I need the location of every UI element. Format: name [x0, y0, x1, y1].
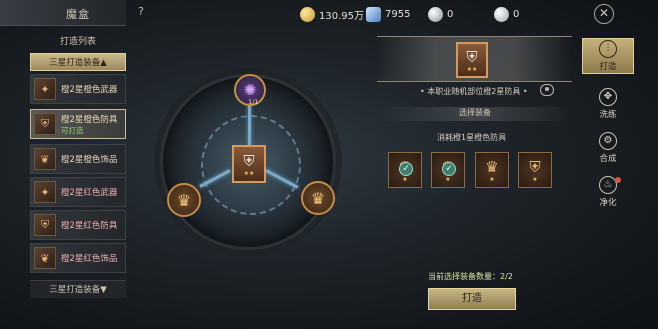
close-icon[interactable]: ✕: [594, 4, 614, 24]
accessory-icon: ❦: [34, 247, 56, 269]
material-slot-3[interactable]: ♛ ★: [475, 152, 509, 188]
chevron-down-icon: ▼: [100, 285, 107, 295]
tier-label: 三星打造装备: [49, 58, 101, 68]
blue-crystal-icon: [366, 6, 381, 22]
silver-orb-icon: [494, 6, 509, 22]
weapon-icon: ✦: [34, 181, 56, 203]
star-rating: ★★: [243, 169, 255, 177]
page-title: 魔盒: [66, 8, 90, 21]
tab-forge[interactable]: ⫶ 打造: [582, 38, 634, 74]
star-rating: ★: [402, 175, 408, 183]
tier-header-active[interactable]: 三星打造装备▲: [30, 53, 126, 71]
item-name: 橙2星红色防具: [61, 221, 118, 231]
eye-icon[interactable]: [540, 84, 554, 96]
armor-icon: ⛨: [34, 113, 56, 135]
silver-gem-icon: [428, 6, 443, 22]
crown-armor-icon: ♛: [176, 190, 192, 210]
consume-label: 消耗橙1星橙色防具: [437, 133, 507, 142]
list-item-red-armor[interactable]: ⛨ 橙2星红色防具: [30, 210, 126, 240]
question-icon[interactable]: ?: [134, 5, 148, 19]
top-bar: 魔盒 ? 130.95万 7955 0 0 ✕: [0, 0, 658, 28]
check-icon: ✓: [442, 162, 456, 176]
crown-armor-icon: ♛: [485, 157, 499, 176]
item-name: 橙2星橙色武器: [61, 85, 118, 95]
select-equipment-header: 选择装备: [378, 107, 572, 121]
center-target-slot[interactable]: ⛨ ★★: [232, 145, 266, 183]
gold-coin-icon: [300, 6, 315, 22]
silver-gem-value: 0: [447, 8, 454, 20]
list-item-red-accessory[interactable]: ❦ 橙2星红色饰品: [30, 243, 126, 273]
chevron-up-icon: ▲: [100, 58, 107, 68]
silver-orb-value: 0: [513, 8, 520, 20]
top-node-count: 1/1: [248, 98, 259, 106]
forge-list-panel: 打造列表 三星打造装备▲ ✦ 橙2星橙色武器 ⛨ 橙2星橙色防具 可打造 ❦ 橙…: [30, 34, 126, 300]
material-node-right[interactable]: ♛: [301, 181, 335, 215]
gold-value: 130.95万: [319, 10, 364, 22]
armor-icon: ⛨: [529, 157, 541, 176]
selected-count: 当前选择装备数量：2/2: [428, 272, 513, 281]
combine-icon: ⚙: [599, 132, 617, 150]
refine-icon: ✥: [599, 88, 617, 106]
resource-gold: 130.95万: [300, 6, 364, 22]
resource-crystal: 7955: [366, 6, 410, 22]
list-item-orange-weapon[interactable]: ✦ 橙2星橙色武器: [30, 74, 126, 104]
item-name: 橙2星橙色饰品: [61, 155, 118, 165]
connector-top: [248, 104, 251, 146]
tab-combine[interactable]: ⚙ 合成: [582, 130, 634, 166]
material-node-left[interactable]: ♛: [167, 183, 201, 217]
item-name: 橙2星红色饰品: [61, 254, 118, 264]
list-item-orange-armor[interactable]: ⛨ 橙2星橙色防具 可打造: [30, 109, 126, 139]
material-slot-1[interactable]: ♛ ★ ✓: [388, 152, 422, 188]
check-icon: ✓: [399, 162, 413, 176]
resource-silver-gem: 0: [428, 6, 453, 22]
armor-icon: ⛨: [243, 151, 255, 170]
crown-armor-icon: ♛: [310, 188, 326, 208]
gem-icon: ✺: [243, 81, 257, 99]
crystal-value: 7955: [385, 8, 411, 20]
material-slot-4[interactable]: ⛨ ★: [518, 152, 552, 188]
tab-refine[interactable]: ✥ 洗练: [582, 86, 634, 122]
forge-icon: ⫶: [599, 40, 617, 58]
list-title: 打造列表: [59, 37, 96, 47]
tab-purify[interactable]: ♨ 净化: [582, 174, 634, 210]
title-box: 魔盒: [0, 0, 126, 26]
material-slot-2[interactable]: ♛ ★ ✓: [431, 152, 465, 188]
star-rating: ★★: [466, 65, 478, 73]
result-description: • 本职业随机部位橙2星防具 •: [420, 87, 528, 96]
accessory-icon: ❦: [34, 148, 56, 170]
armor-icon: ⛨: [466, 47, 478, 66]
armor-icon: ⛨: [34, 214, 56, 236]
tab-label: 净化: [599, 198, 617, 208]
item-name: 橙2星橙色防具: [61, 114, 118, 125]
star-rating: ★: [489, 175, 495, 183]
weapon-icon: ✦: [34, 78, 56, 100]
list-item-red-weapon[interactable]: ✦ 橙2星红色武器: [30, 177, 126, 207]
resource-silver-orb: 0: [494, 6, 519, 22]
star-rating: ★: [532, 175, 538, 183]
notification-dot: [615, 177, 621, 183]
tab-label: 打造: [599, 62, 617, 72]
item-status: 可打造: [61, 125, 84, 135]
tier-header-collapsed[interactable]: 三星打造装备▼: [30, 280, 126, 298]
result-item-slot[interactable]: ⛨ ★★: [456, 42, 488, 78]
forge-button[interactable]: 打造: [428, 288, 516, 310]
tab-label: 合成: [599, 154, 617, 164]
tier-label: 三星打造装备: [49, 285, 101, 295]
tab-label: 洗练: [599, 110, 617, 120]
star-rating: ★: [445, 175, 451, 183]
list-item-orange-accessory[interactable]: ❦ 橙2星橙色饰品: [30, 144, 126, 174]
item-name: 橙2星红色武器: [61, 188, 118, 198]
